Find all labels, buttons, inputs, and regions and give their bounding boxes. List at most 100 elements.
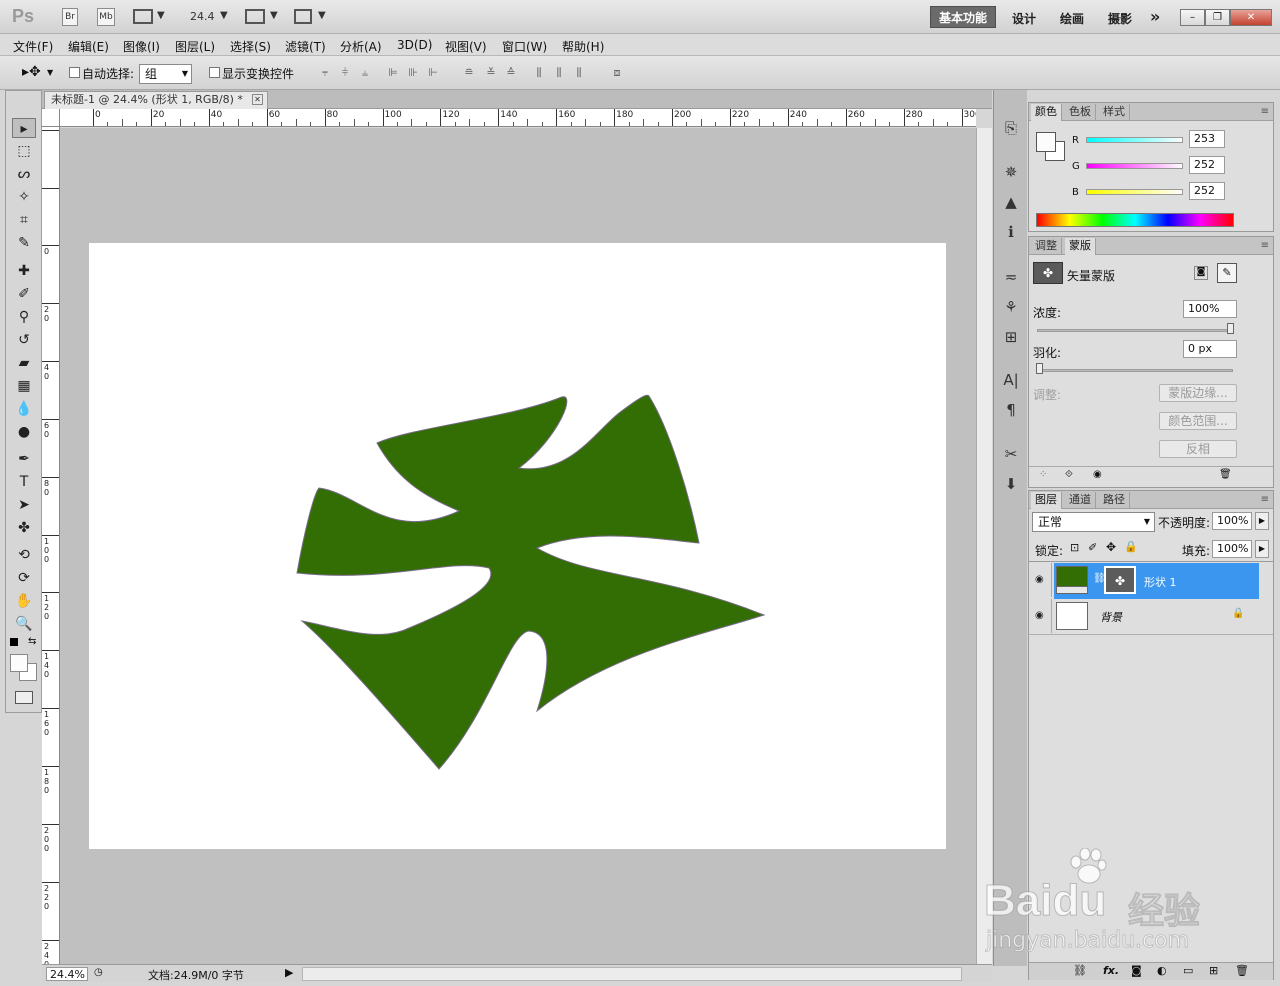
- hand-tool-icon[interactable]: ✋: [12, 591, 36, 611]
- red-slider[interactable]: [1086, 137, 1183, 143]
- trash-icon[interactable]: 🗑: [1235, 964, 1249, 977]
- arrange-documents-icon[interactable]: [245, 9, 265, 24]
- align-vcenter-icon[interactable]: ⫩: [338, 66, 352, 80]
- lasso-tool-icon[interactable]: ᔕ: [12, 164, 36, 184]
- panel-menu-icon[interactable]: ≡: [1261, 240, 1269, 251]
- menu-select[interactable]: 选择(S): [230, 38, 271, 55]
- type-tool-icon[interactable]: T: [12, 472, 36, 492]
- quick-mask-icon[interactable]: [15, 691, 33, 704]
- layer-name[interactable]: 形状 1: [1144, 574, 1177, 590]
- mask-edge-button[interactable]: 蒙版边缘...: [1159, 384, 1237, 402]
- brush-presets-icon[interactable]: ≂: [1001, 267, 1021, 287]
- auto-select-checkbox[interactable]: [69, 67, 80, 78]
- fill-field[interactable]: 100%: [1212, 540, 1252, 558]
- opacity-field[interactable]: 100%: [1212, 512, 1252, 530]
- auto-select-dropdown[interactable]: 组 ▼: [139, 64, 192, 84]
- fx-icon[interactable]: fx.: [1103, 964, 1119, 977]
- layer-row[interactable]: ◉ ⛓ ✤ 形状 1: [1030, 563, 1273, 599]
- eyedropper-tool-icon[interactable]: ✎: [12, 233, 36, 253]
- workspace-essentials[interactable]: 基本功能: [930, 6, 996, 28]
- blue-slider[interactable]: [1086, 189, 1183, 195]
- close-button[interactable]: ✕: [1230, 9, 1272, 26]
- tab-channels[interactable]: 通道: [1065, 492, 1096, 509]
- link-layers-icon[interactable]: ⛓: [1073, 964, 1087, 977]
- zoom-field[interactable]: 24.4%: [46, 967, 88, 981]
- load-selection-icon[interactable]: ⁘: [1039, 469, 1047, 480]
- dodge-tool-icon[interactable]: ●: [12, 422, 36, 442]
- tab-color[interactable]: 颜色: [1031, 104, 1062, 121]
- view-extras-icon[interactable]: [133, 9, 153, 24]
- workspace-painting[interactable]: 绘画: [1060, 10, 1084, 27]
- green-value-field[interactable]: 252: [1189, 156, 1225, 174]
- align-bottom-icon[interactable]: ⫨: [358, 66, 372, 80]
- status-menu-arrow-icon[interactable]: ▶: [285, 966, 293, 979]
- chevron-down-icon[interactable]: ▼: [270, 10, 278, 21]
- density-field[interactable]: 100%: [1183, 300, 1237, 318]
- blend-mode-dropdown[interactable]: 正常 ▼: [1032, 512, 1155, 532]
- clone-stamp-tool-icon[interactable]: ⚲: [12, 307, 36, 327]
- ruler-origin[interactable]: [42, 109, 60, 127]
- align-right-icon[interactable]: ⊩: [426, 66, 440, 80]
- tab-styles[interactable]: 样式: [1099, 104, 1130, 121]
- panel-menu-icon[interactable]: ≡: [1261, 494, 1269, 505]
- density-slider-handle[interactable]: [1227, 323, 1234, 334]
- color-ramp[interactable]: [1036, 213, 1234, 227]
- default-colors-icon[interactable]: [10, 638, 18, 646]
- align-left-icon[interactable]: ⊫: [386, 66, 400, 80]
- distribute-hcenter-icon[interactable]: ⫼: [552, 66, 566, 80]
- lock-position-icon[interactable]: ✥: [1106, 540, 1116, 554]
- horizontal-scrollbar[interactable]: [302, 967, 962, 981]
- blue-value-field[interactable]: 252: [1189, 182, 1225, 200]
- tab-swatches[interactable]: 色板: [1065, 104, 1096, 121]
- menu-view[interactable]: 视图(V): [445, 38, 487, 55]
- workspace-photography[interactable]: 摄影: [1108, 10, 1132, 27]
- group-icon[interactable]: ▭: [1183, 964, 1193, 977]
- tab-masks[interactable]: 蒙版: [1065, 238, 1096, 255]
- chevron-down-icon[interactable]: ▼: [157, 10, 165, 21]
- histogram-panel-icon[interactable]: ▲: [1001, 192, 1021, 212]
- fill-arrow-icon[interactable]: ▶: [1255, 540, 1269, 558]
- lock-all-icon[interactable]: 🔒: [1124, 540, 1138, 553]
- more-workspaces-button[interactable]: »: [1150, 7, 1160, 26]
- foreground-color-swatch[interactable]: [10, 654, 28, 672]
- document-canvas[interactable]: [89, 243, 946, 849]
- 3d-rotate-tool-icon[interactable]: ⟲: [12, 545, 36, 565]
- align-top-icon[interactable]: ⫧: [318, 66, 332, 80]
- eye-icon[interactable]: ◉: [1035, 574, 1044, 585]
- menu-analysis[interactable]: 分析(A): [340, 38, 382, 55]
- custom-shape-tool-icon[interactable]: ✤: [12, 518, 36, 538]
- gradient-tool-icon[interactable]: ▦: [12, 376, 36, 396]
- menu-filter[interactable]: 滤镜(T): [285, 38, 326, 55]
- add-mask-icon[interactable]: ◙: [1131, 964, 1142, 977]
- brush-panel-icon[interactable]: ⚘: [1001, 297, 1021, 317]
- red-value-field[interactable]: 253: [1189, 130, 1225, 148]
- distribute-vcenter-icon[interactable]: ≚: [484, 66, 498, 80]
- vertical-scrollbar[interactable]: [976, 128, 992, 964]
- lock-transparent-icon[interactable]: ⊡: [1070, 541, 1079, 554]
- distribute-right-icon[interactable]: ⫼: [572, 66, 586, 80]
- navigator-panel-icon[interactable]: ✵: [1001, 162, 1021, 182]
- blur-tool-icon[interactable]: 💧: [12, 399, 36, 419]
- close-tab-icon[interactable]: ✕: [252, 94, 263, 105]
- swap-colors-icon[interactable]: ⇆: [28, 636, 36, 647]
- invert-button[interactable]: 反相: [1159, 440, 1237, 458]
- 3d-panel-icon[interactable]: ⬇: [1001, 474, 1021, 494]
- move-tool-icon[interactable]: ▸: [12, 118, 36, 138]
- move-tool-preset-icon[interactable]: ▸✥: [22, 64, 41, 80]
- screen-mode-icon[interactable]: [294, 9, 312, 24]
- clone-source-icon[interactable]: ⊞: [1001, 327, 1021, 347]
- marquee-tool-icon[interactable]: ⬚: [12, 141, 36, 161]
- layer-thumbnail[interactable]: [1056, 602, 1088, 630]
- menu-window[interactable]: 窗口(W): [502, 38, 547, 55]
- menu-edit[interactable]: 编辑(E): [68, 38, 109, 55]
- zoom-tool-icon[interactable]: 🔍: [12, 614, 36, 634]
- layer-row[interactable]: ◉ 背景 🔒: [1030, 599, 1273, 633]
- vertical-ruler[interactable]: 0 2 0 4 0 6 0 8 0 1 0 0 1 2 0 1 4 0 1 6 0 1 8 0 2 …: [42, 127, 60, 964]
- distribute-left-icon[interactable]: ⫼: [532, 66, 546, 80]
- quick-select-tool-icon[interactable]: ✧: [12, 187, 36, 207]
- bridge-button[interactable]: Br: [62, 8, 78, 26]
- apply-mask-icon[interactable]: ⟐: [1065, 469, 1073, 480]
- color-range-button[interactable]: 颜色范围...: [1159, 412, 1237, 430]
- add-vector-mask-icon[interactable]: ✎: [1217, 263, 1237, 283]
- info-panel-icon[interactable]: ℹ: [1001, 222, 1021, 242]
